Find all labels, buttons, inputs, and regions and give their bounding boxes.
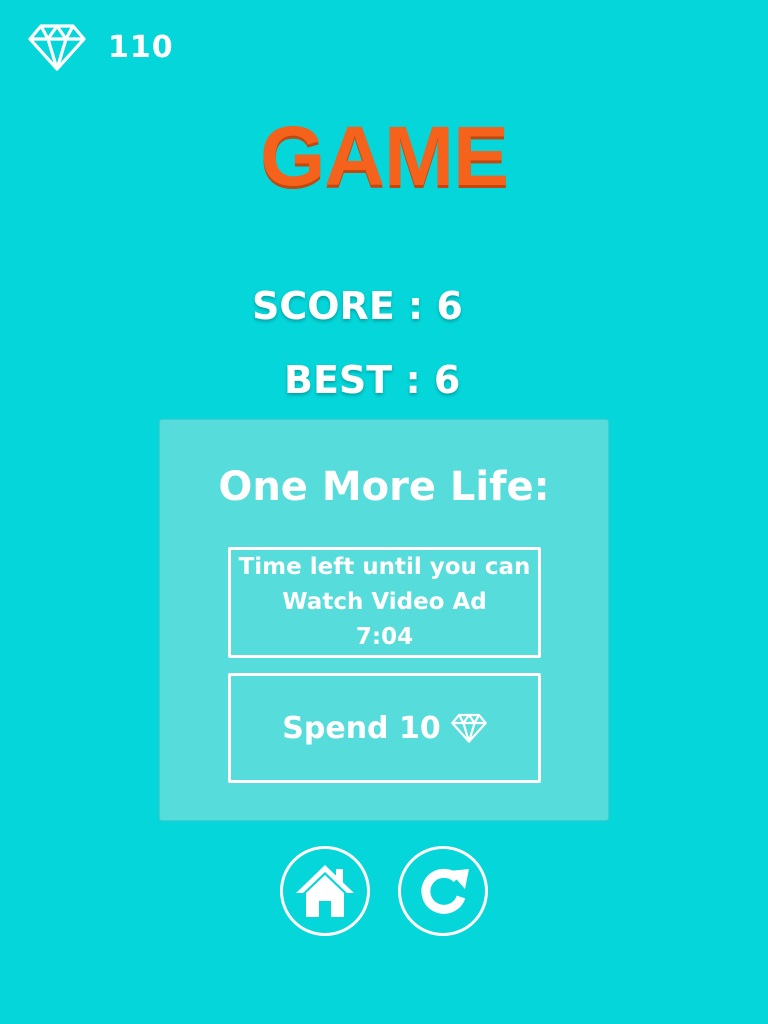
watch-video-ad-button[interactable]: Time left until you can Watch Video Ad 7… — [228, 547, 541, 658]
one-more-life-panel: One More Life: Time left until you can W… — [159, 419, 609, 821]
gem-count: 110 — [108, 29, 174, 65]
video-ad-timer: 7:04 — [355, 624, 414, 650]
game-title: GAME — [260, 109, 509, 203]
diamond-icon — [450, 713, 487, 743]
home-button[interactable] — [280, 846, 370, 936]
video-ad-line1: Time left until you can — [238, 554, 531, 580]
one-more-life-title: One More Life: — [218, 464, 550, 510]
spend-label: Spend 10 — [282, 710, 441, 746]
restart-icon — [413, 861, 473, 921]
gem-counter: 110 — [28, 22, 174, 72]
home-icon — [294, 861, 356, 921]
video-ad-line2: Watch Video Ad — [282, 589, 487, 615]
diamond-icon — [28, 23, 86, 71]
game-over-screen: 110 GAME SCORE : 6 BEST : 6 One More Lif… — [0, 0, 768, 1024]
restart-button[interactable] — [398, 846, 488, 936]
best-score-text: BEST : 6 — [284, 358, 461, 402]
score-text: SCORE : 6 — [252, 284, 463, 328]
spend-gems-button[interactable]: Spend 10 — [228, 673, 541, 783]
